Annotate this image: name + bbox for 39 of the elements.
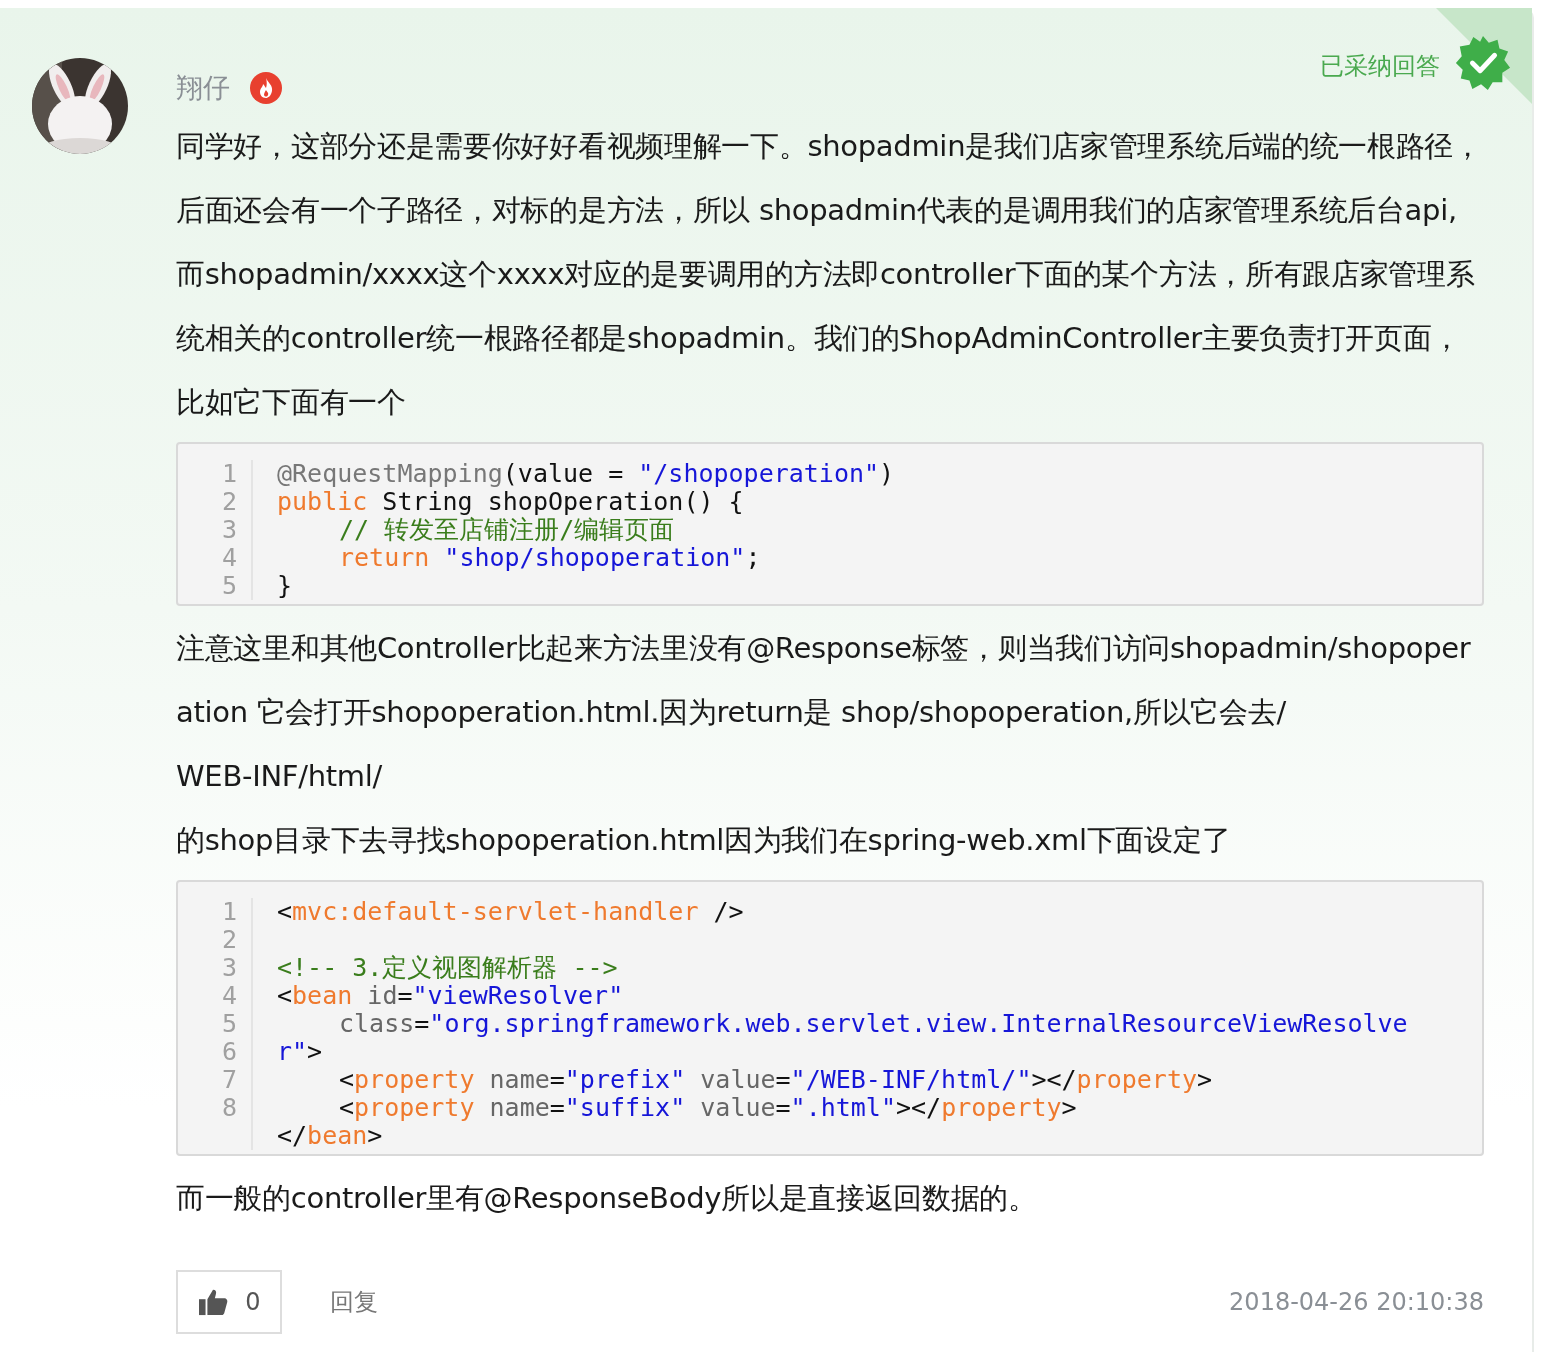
like-button[interactable]: 0 bbox=[176, 1270, 282, 1334]
line-number: 7 bbox=[221, 1066, 237, 1094]
answer-paragraph: 注意这里和其他Controller比起来方法里没有@Response标签，则当我们访问shopadmin/shopoperation 它会打开shopoperation.html.因为return是 shop/shopoperation,所以它会去/ bbox=[176, 630, 1472, 731]
code-line: class="org.springframework.web.servlet.view.InternalResourceViewResolve bbox=[338, 1010, 1409, 1038]
flame-icon bbox=[250, 72, 282, 104]
code-line: <!-- 3.定义视图解析器 --> bbox=[277, 954, 619, 982]
answer-paragraph: WEB-INF/html/ bbox=[176, 758, 383, 795]
reply-link[interactable]: 回复 bbox=[330, 1286, 378, 1318]
answer-paragraph: 的shop目录下去寻找shopoperation.html因为我们在spring-web.xml下面设定了 bbox=[176, 822, 1232, 859]
line-number: 4 bbox=[221, 982, 237, 1010]
code-line: <property name="prefix" value="/WEB-INF/html/"></property> bbox=[338, 1066, 1214, 1094]
accepted-label: 已采纳回答 bbox=[1320, 51, 1440, 82]
thumbs-up-icon bbox=[197, 1288, 230, 1316]
code-line: } bbox=[277, 572, 294, 600]
line-number: 3 bbox=[221, 954, 237, 982]
code-line: </bean> bbox=[277, 1122, 384, 1150]
line-number: 3 bbox=[221, 516, 237, 544]
code-line: // 转发至店铺注册/编辑页面 bbox=[338, 516, 676, 544]
line-number: 1 bbox=[221, 898, 237, 926]
line-number: 2 bbox=[221, 488, 237, 516]
code-line: <property name="suffix" value=".html"></property> bbox=[338, 1094, 1078, 1122]
answer-paragraph: 而一般的controller里有@ResponseBody所以是直接返回数据的。 bbox=[176, 1180, 1038, 1217]
author-name[interactable]: 翔仔 bbox=[176, 70, 230, 106]
check-seal-icon bbox=[1454, 34, 1512, 92]
line-number: 5 bbox=[221, 572, 237, 600]
line-number: 5 bbox=[221, 1010, 237, 1038]
line-number: 1 bbox=[221, 460, 237, 488]
code-line: <mvc:default-servlet-handler /> bbox=[277, 898, 745, 926]
answer-paragraph: 同学好，这部分还是需要你好好看视频理解一下。shopadmin是我们店家管理系统后端的统一根路径，后面还会有一个子路径，对标的是方法，所以 shopadmin代表的是调用我们的店家管理系统后台api,而shopadmin/xxxx这个xxxx对应的是要调用的方法即controller下面的某个方法，所有跟店家管理系统相关的controller统一根路径都是shopadmin。我们的ShopAdminController主要负责打开页面，比如它下面有一个 bbox=[176, 128, 1483, 421]
code-line: r"> bbox=[277, 1038, 324, 1066]
line-number: 2 bbox=[221, 926, 237, 954]
line-number: 8 bbox=[221, 1094, 237, 1122]
code-line: @RequestMapping(value = "/shopoperation") bbox=[277, 460, 896, 488]
code-line: public String shopOperation() { bbox=[277, 488, 745, 516]
code-line: return "shop/shopoperation"; bbox=[338, 544, 762, 572]
line-number: 4 bbox=[221, 544, 237, 572]
code-line: <bean id="viewResolver" bbox=[277, 982, 625, 1010]
line-number: 6 bbox=[221, 1038, 237, 1066]
timestamp: 2018-04-26 20:10:38 bbox=[1229, 1288, 1484, 1316]
